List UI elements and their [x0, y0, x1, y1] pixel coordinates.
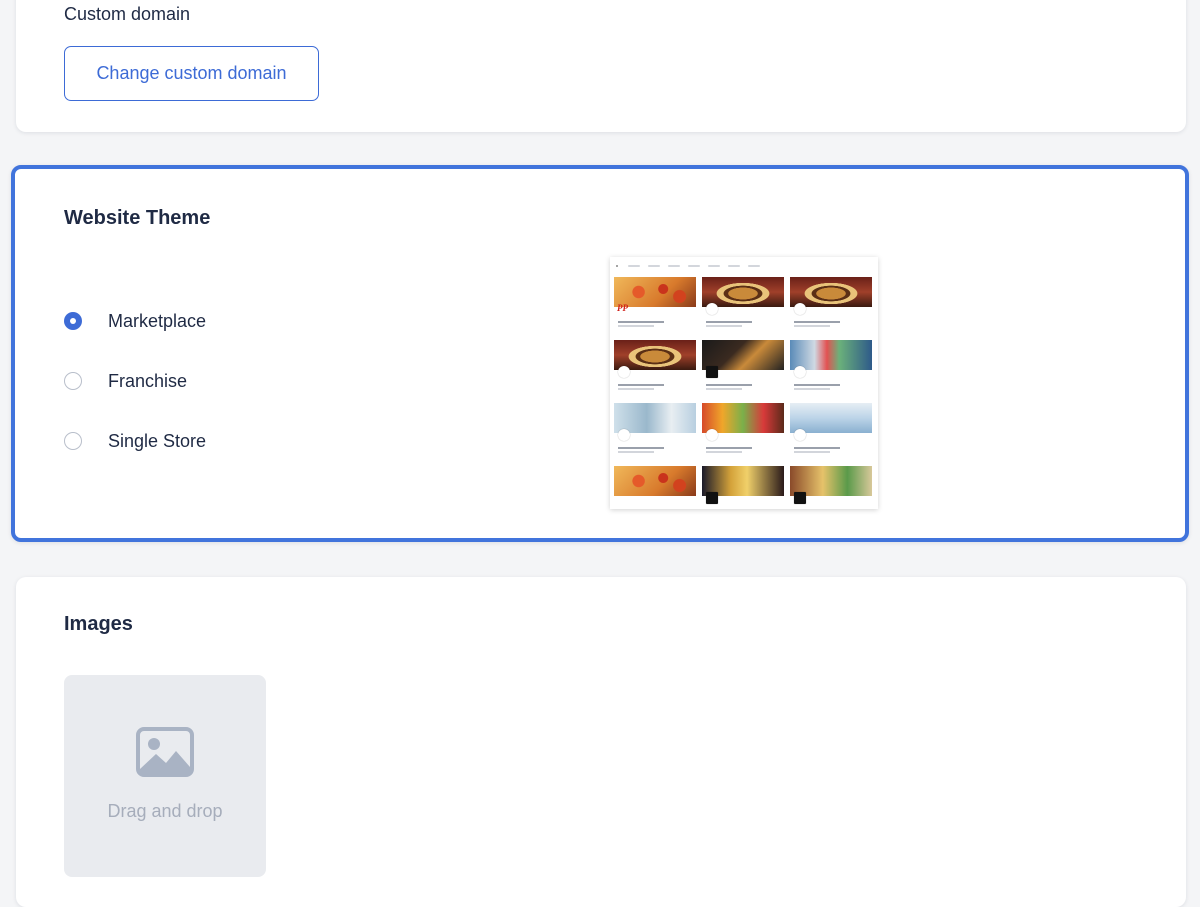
preview-tile: PP: [614, 277, 696, 333]
preview-nav-bar: [610, 257, 878, 275]
images-card: Images Drag and drop: [16, 577, 1186, 907]
theme-option-marketplace[interactable]: Marketplace: [64, 309, 206, 333]
single-store-radio[interactable]: [64, 432, 82, 450]
preview-tile: [790, 340, 872, 396]
preview-tile: [790, 466, 872, 509]
preview-tile: [614, 403, 696, 459]
franchise-radio[interactable]: [64, 372, 82, 390]
theme-preview-image: PP: [610, 257, 878, 509]
theme-option-franchise[interactable]: Franchise: [64, 369, 187, 393]
website-theme-title: Website Theme: [64, 207, 211, 229]
preview-tile: [702, 466, 784, 509]
single-store-label: Single Store: [108, 430, 207, 451]
custom-domain-label: Custom domain: [64, 4, 191, 24]
theme-option-single-store[interactable]: Single Store: [64, 429, 206, 453]
marketplace-label: Marketplace: [108, 310, 207, 331]
custom-domain-card: Custom domain Change custom domain: [16, 0, 1186, 132]
website-theme-card: Website Theme Marketplace Franchise Sing…: [11, 165, 1189, 542]
image-dropzone[interactable]: Drag and drop: [64, 675, 266, 877]
preview-tile: [790, 277, 872, 333]
marketplace-radio[interactable]: [64, 312, 82, 330]
preview-tile: [702, 340, 784, 396]
preview-tile: [614, 340, 696, 396]
image-placeholder-icon: [136, 727, 194, 777]
images-title: Images: [64, 613, 133, 635]
drag-and-drop-label: Drag and drop: [107, 801, 223, 821]
franchise-label: Franchise: [108, 370, 188, 391]
preview-tile: [790, 403, 872, 459]
preview-tile: [614, 466, 696, 509]
preview-tile: [702, 403, 784, 459]
preview-tile: [702, 277, 784, 333]
change-custom-domain-button[interactable]: Change custom domain: [64, 46, 319, 101]
preview-logo: PP: [617, 303, 628, 313]
